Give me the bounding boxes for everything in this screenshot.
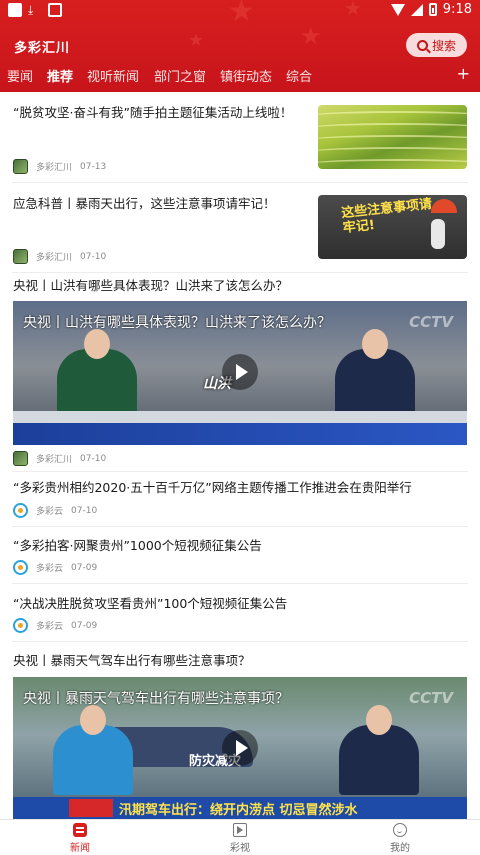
search-button[interactable]: 搜索 (406, 33, 467, 57)
decor-star-icon: ★ (300, 22, 322, 50)
bottom-nav: 新闻 彩视 我的 (0, 819, 480, 855)
image-icon (48, 3, 62, 17)
article-thumbnail (318, 105, 467, 169)
app-title: 多彩汇川 (14, 41, 71, 56)
article-title: “决战决胜脱贫攻坚看贵州”100个短视频征集公告 (13, 596, 288, 611)
app-header: ★ ★ ★ ★ ⤓ 9:18 多彩汇川 搜索 要闻 推荐 视听新闻 部门之窗 镇… (0, 0, 480, 92)
add-tab-button[interactable]: + (457, 64, 470, 83)
source-logo-icon (13, 451, 28, 466)
battery-icon (428, 3, 437, 16)
article-source: 多彩汇川 (36, 455, 73, 465)
list-item[interactable]: “脱贫攻坚·奋斗有我”随手拍主题征集活动上线啦！ 多彩汇川 07-13 (0, 92, 480, 182)
article-thumbnail: 这些注意事项请牢记! (318, 195, 467, 259)
article-date: 07-10 (80, 453, 107, 464)
wifi-icon (390, 3, 405, 16)
ticker-tag (69, 799, 113, 817)
status-bar: ⤓ 9:18 (0, 0, 480, 22)
article-title: “多彩贵州相约2020·五十百千万亿”网络主题传播工作推进会在贵阳举行 (13, 480, 412, 495)
play-icon[interactable] (222, 730, 258, 766)
nav-video[interactable]: 彩视 (200, 823, 280, 854)
article-meta: 多彩云 07-10 (13, 503, 97, 518)
video-list-item[interactable]: 央视丨暴雨天气驾车出行有哪些注意事项？ 汛期驾车出行：绕开内涝点 切忌冒然涉水 … (0, 642, 480, 819)
video-list-item[interactable]: 央视丨山洪有哪些具体表现？山洪来了该怎么办？ 央视丨山洪有哪些具体表现？山洪来了… (0, 273, 480, 466)
play-icon[interactable] (222, 354, 258, 390)
article-title: 央视丨暴雨天气驾车出行有哪些注意事项？ (13, 653, 251, 668)
video-player[interactable]: 汛期驾车出行：绕开内涝点 切忌冒然涉水 央视丨暴雨天气驾车出行有哪些注意事项？ … (13, 677, 467, 819)
tab-zhenjie[interactable]: 镇街动态 (220, 66, 272, 85)
article-title: “多彩拍客·网聚贵州”1000个短视频征集公告 (13, 538, 262, 553)
news-anchor-right (339, 705, 419, 795)
tab-zonghe[interactable]: 综合 (286, 66, 312, 85)
article-date: 07-09 (71, 620, 98, 631)
tab-shiting[interactable]: 视听新闻 (87, 66, 139, 85)
article-date: 07-10 (80, 251, 107, 262)
figure-icon (431, 219, 445, 249)
decor-star-icon: ★ (188, 30, 205, 51)
news-anchor-left (53, 705, 133, 795)
article-title: 央视丨山洪有哪些具体表现？山洪来了该怎么办？ (13, 278, 289, 293)
article-title: “脱贫攻坚·奋斗有我”随手拍主题征集活动上线啦！ (13, 105, 293, 120)
list-item[interactable]: “决战决胜脱贫攻坚看贵州”100个短视频征集公告 多彩云 07-09 (0, 584, 480, 640)
video-player[interactable]: 央视丨山洪有哪些具体表现？山洪来了该怎么办？ CCTV 山洪 (13, 301, 467, 445)
category-tabs: 要闻 推荐 视听新闻 部门之窗 镇街动态 综合 (0, 66, 480, 86)
source-logo-icon (13, 560, 28, 575)
source-logo-icon (13, 159, 28, 174)
news-anchor-right (335, 329, 415, 419)
article-title: 应急科普丨暴雨天出行，这些注意事项请牢记！ (13, 196, 276, 211)
article-date: 07-09 (71, 562, 98, 573)
nav-label: 我的 (390, 843, 410, 854)
signal-icon (410, 3, 423, 16)
nav-label: 新闻 (70, 843, 90, 854)
article-meta: 多彩汇川 07-13 (13, 159, 106, 174)
article-date: 07-10 (71, 505, 98, 516)
tab-yaowen[interactable]: 要闻 (7, 66, 33, 85)
list-item[interactable]: “多彩拍客·网聚贵州”1000个短视频征集公告 多彩云 07-09 (0, 527, 480, 582)
cctv-logo: CCTV (409, 313, 453, 331)
article-date: 07-13 (80, 161, 107, 172)
search-label: 搜索 (431, 38, 456, 53)
article-source: 多彩云 (36, 622, 64, 632)
article-meta: 多彩云 07-09 (13, 618, 97, 633)
video-caption: 央视丨山洪有哪些具体表现？山洪来了该怎么办？ (23, 315, 331, 331)
nav-news[interactable]: 新闻 (40, 823, 120, 854)
news-feed: “脱贫攻坚·奋斗有我”随手拍主题征集活动上线啦！ 多彩汇川 07-13 应急科普… (0, 92, 480, 819)
article-source: 多彩汇川 (36, 163, 73, 173)
nav-me[interactable]: 我的 (360, 823, 440, 854)
tab-tuijian[interactable]: 推荐 (47, 66, 73, 85)
article-source: 多彩云 (36, 507, 64, 517)
umbrella-icon (431, 199, 457, 213)
thumbnail-headline: 这些注意事项请牢记! (340, 196, 433, 237)
news-anchor-left (57, 329, 137, 419)
video-caption: 央视丨暴雨天气驾车出行有哪些注意事项？ (23, 691, 289, 707)
video-icon (233, 823, 247, 837)
article-meta: 多彩汇川 07-10 (13, 451, 106, 466)
download-icon: ⤓ (28, 3, 34, 17)
notification-icon (8, 3, 22, 17)
list-item[interactable]: “多彩贵州相约2020·五十百千万亿”网络主题传播工作推进会在贵阳举行 多彩云 … (0, 472, 480, 524)
me-icon (393, 823, 407, 837)
cctv-logo: CCTV (409, 689, 453, 707)
status-time: 9:18 (442, 2, 472, 17)
nav-label: 彩视 (230, 843, 250, 854)
source-logo-icon (13, 249, 28, 264)
source-logo-icon (13, 503, 28, 518)
news-icon (73, 823, 87, 837)
ticker-text: 汛期驾车出行：绕开内涝点 切忌冒然涉水 (119, 803, 358, 818)
source-logo-icon (13, 618, 28, 633)
article-meta: 多彩汇川 07-10 (13, 249, 106, 264)
article-source: 多彩汇川 (36, 253, 73, 263)
search-icon (416, 39, 428, 51)
article-source: 多彩云 (36, 564, 64, 574)
list-item[interactable]: 应急科普丨暴雨天出行，这些注意事项请牢记！ 这些注意事项请牢记! 多彩汇川 07… (0, 183, 480, 272)
article-meta: 多彩云 07-09 (13, 560, 97, 575)
tab-bumen[interactable]: 部门之窗 (154, 66, 206, 85)
